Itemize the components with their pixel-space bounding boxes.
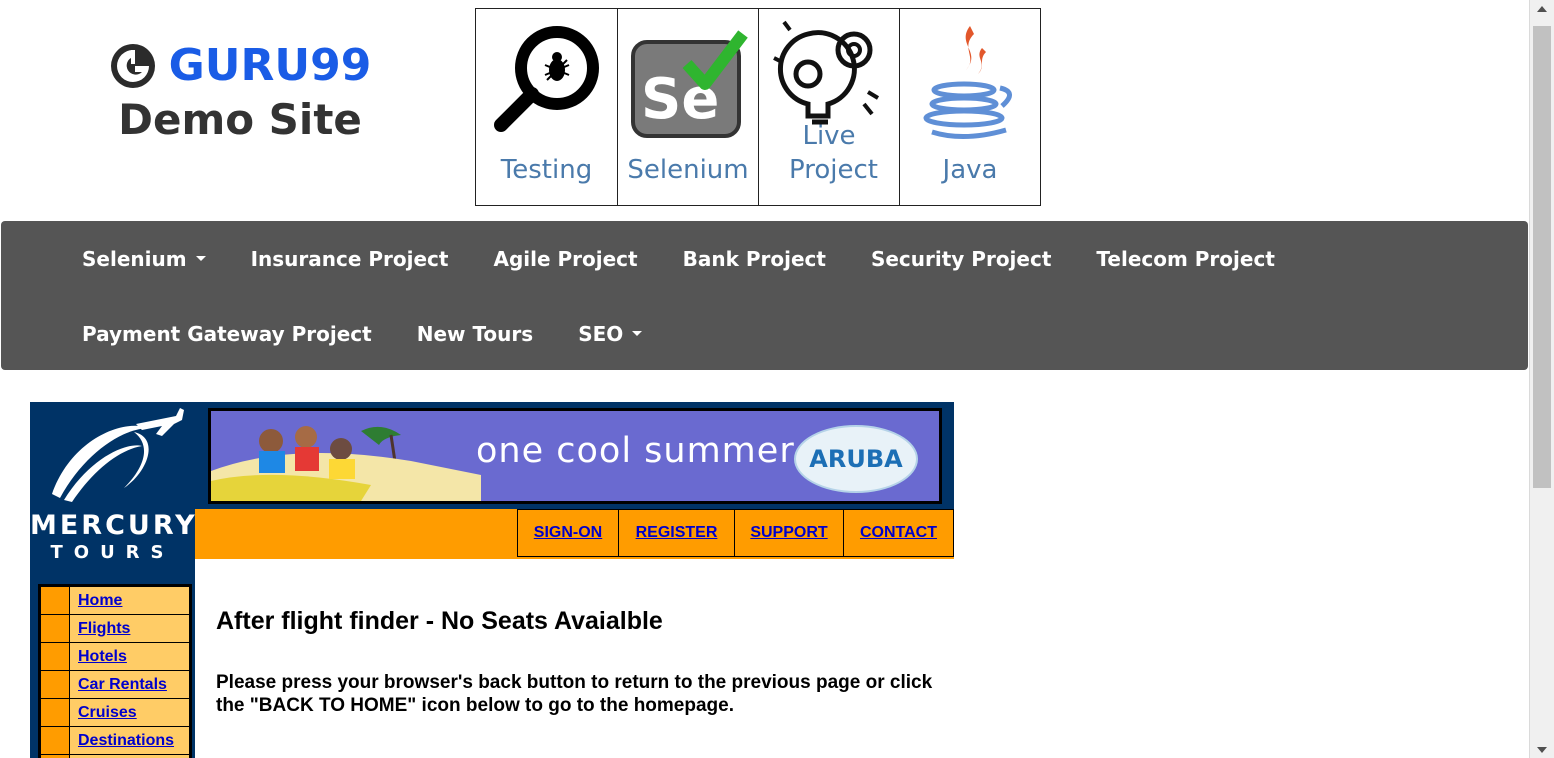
mercury-logo-text: MERCURY: [30, 510, 198, 541]
mercury-side-menu: Home Flights Hotels Car Rentals Cruises …: [38, 584, 192, 758]
nav-selenium-dropdown[interactable]: Selenium: [82, 247, 206, 271]
tile-selenium[interactable]: Se Selenium: [617, 9, 758, 205]
menu-bullet: [41, 671, 70, 698]
lightbulb-gears-icon: [759, 9, 900, 139]
banner-area: one cool summer ARUBA: [195, 402, 954, 509]
sign-on-link[interactable]: SIGN-ON: [517, 509, 618, 557]
banner-slogan: one cool summer: [476, 431, 795, 471]
menu-bullet: [41, 587, 70, 614]
aruba-badge: ARUBA: [794, 425, 918, 493]
navbar-row: Payment Gateway Project New Tours SEO: [1, 296, 643, 371]
tours-logo-text: TOURS: [50, 542, 175, 563]
nav-insurance-project[interactable]: Insurance Project: [251, 247, 449, 271]
side-link-flights[interactable]: Flights: [70, 615, 130, 642]
menu-bullet: [41, 615, 70, 642]
brand-name: GURU99: [168, 40, 372, 91]
nav-new-tours[interactable]: New Tours: [417, 322, 533, 346]
tile-label: Java: [942, 155, 998, 185]
scroll-down-arrow-icon[interactable]: [1530, 741, 1554, 758]
menu-bullet: [41, 727, 70, 754]
nav-security-project[interactable]: Security Project: [871, 247, 1051, 271]
side-menu-item: Flights: [41, 614, 189, 642]
page: GURU99 Demo Site Testing Se Selenium Liv…: [0, 0, 1529, 758]
mercury-sidebar: MERCURY TOURS Home Flights Hotels Car Re…: [30, 402, 195, 758]
side-menu-item: Home: [41, 587, 189, 614]
side-link-home[interactable]: Home: [70, 587, 122, 614]
mercury-content: After flight finder - No Seats Avaialble…: [216, 607, 954, 717]
mercury-top-bar: SIGN-ON REGISTER SUPPORT CONTACT: [195, 509, 954, 559]
caret-down-icon: [195, 256, 206, 261]
support-link[interactable]: SUPPORT: [734, 509, 843, 557]
nav-label: Selenium: [82, 246, 187, 271]
guru99-logo-icon: [110, 43, 155, 88]
tile-label: Testing: [500, 155, 593, 185]
nav-telecom-project[interactable]: Telecom Project: [1096, 247, 1274, 271]
side-menu-item: Destinations: [41, 726, 189, 754]
tile-live-project[interactable]: Live Project: [758, 9, 899, 205]
magnifier-bug-icon: [476, 15, 617, 145]
tile-testing[interactable]: Testing: [476, 9, 617, 205]
side-menu-item: Cruises: [41, 698, 189, 726]
category-tiles: Testing Se Selenium Live Project Java: [475, 8, 1041, 206]
tile-java[interactable]: Java: [899, 9, 1040, 205]
caret-down-icon: [632, 331, 643, 336]
aruba-ad-banner[interactable]: one cool summer ARUBA: [208, 408, 942, 504]
brand-subtitle: Demo Site: [118, 95, 362, 144]
site-brand[interactable]: GURU99 Demo Site: [100, 40, 380, 144]
tile-label: Selenium: [627, 155, 749, 185]
contact-link[interactable]: CONTACT: [843, 509, 954, 557]
scroll-up-arrow-icon[interactable]: [1530, 0, 1554, 17]
menu-bullet: [41, 699, 70, 726]
scrollbar-thumb[interactable]: [1533, 26, 1551, 488]
mercury-tours-frame: MERCURY TOURS Home Flights Hotels Car Re…: [30, 402, 954, 758]
nav-label: SEO: [578, 321, 624, 346]
side-menu-item: [41, 754, 189, 758]
nav-seo-dropdown[interactable]: SEO: [578, 321, 643, 346]
page-heading: After flight finder - No Seats Avaialble: [216, 607, 663, 635]
java-cup-icon: [900, 15, 1041, 145]
mercury-top-nav: SIGN-ON REGISTER SUPPORT CONTACT: [517, 509, 954, 559]
side-link-hotels[interactable]: Hotels: [70, 643, 127, 670]
nav-payment-gateway-project[interactable]: Payment Gateway Project: [82, 322, 372, 346]
selenium-logo-icon: Se: [618, 15, 759, 145]
vertical-scrollbar[interactable]: [1529, 0, 1554, 758]
side-link-destinations[interactable]: Destinations: [70, 727, 174, 754]
side-menu-item: Hotels: [41, 642, 189, 670]
main-navbar: Selenium Insurance Project Agile Project…: [1, 221, 1528, 370]
side-menu-item: Car Rentals: [41, 670, 189, 698]
nav-bank-project[interactable]: Bank Project: [683, 247, 826, 271]
beach-photo-icon: [211, 411, 481, 501]
no-seats-message: Please press your browser's back button …: [216, 672, 933, 716]
register-link[interactable]: REGISTER: [618, 509, 734, 557]
navbar-row: Selenium Insurance Project Agile Project…: [1, 221, 1275, 296]
brand-logo-row: GURU99: [100, 40, 380, 91]
menu-bullet: [41, 643, 70, 670]
side-link-car-rentals[interactable]: Car Rentals: [70, 671, 167, 698]
side-link-cruises[interactable]: Cruises: [70, 699, 137, 726]
nav-agile-project[interactable]: Agile Project: [493, 247, 637, 271]
